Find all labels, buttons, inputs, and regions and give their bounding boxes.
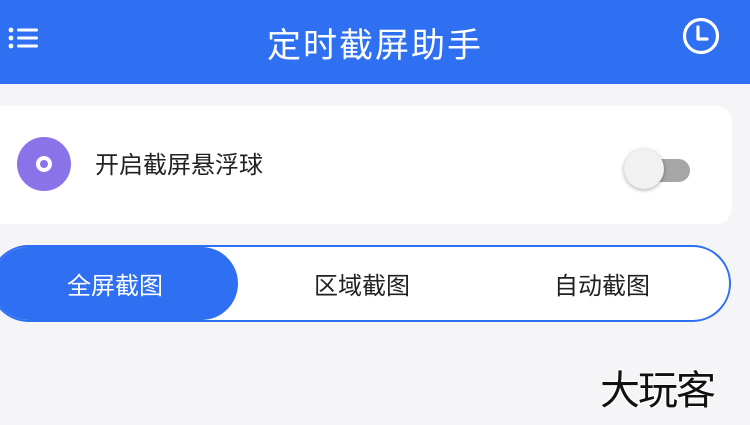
toggle-thumb bbox=[624, 149, 664, 189]
tab-label: 区域截图 bbox=[314, 272, 410, 300]
menu-button[interactable] bbox=[4, 20, 44, 60]
tab-label: 全屏截图 bbox=[67, 272, 163, 300]
clock-button[interactable] bbox=[680, 15, 722, 57]
float-ball-label: 开启截屏悬浮球 bbox=[95, 151, 263, 179]
tab-auto-capture[interactable]: 自动截图 bbox=[486, 247, 718, 320]
app-bar: 定时截屏助手 bbox=[0, 0, 750, 84]
watermark: 大玩客 bbox=[600, 368, 716, 414]
capture-mode-selector: 全屏截图 区域截图 自动截图 bbox=[0, 245, 731, 322]
float-ball-toggle[interactable] bbox=[622, 146, 692, 192]
clock-icon bbox=[682, 17, 720, 55]
float-ball-card: 开启截屏悬浮球 bbox=[0, 106, 732, 224]
tab-fullscreen-capture[interactable]: 全屏截图 bbox=[0, 247, 238, 320]
tab-region-capture[interactable]: 区域截图 bbox=[252, 247, 472, 320]
list-menu-icon bbox=[8, 27, 38, 49]
tab-label: 自动截图 bbox=[554, 272, 650, 300]
app-title: 定时截屏助手 bbox=[267, 25, 483, 66]
target-circle-icon bbox=[17, 137, 71, 191]
